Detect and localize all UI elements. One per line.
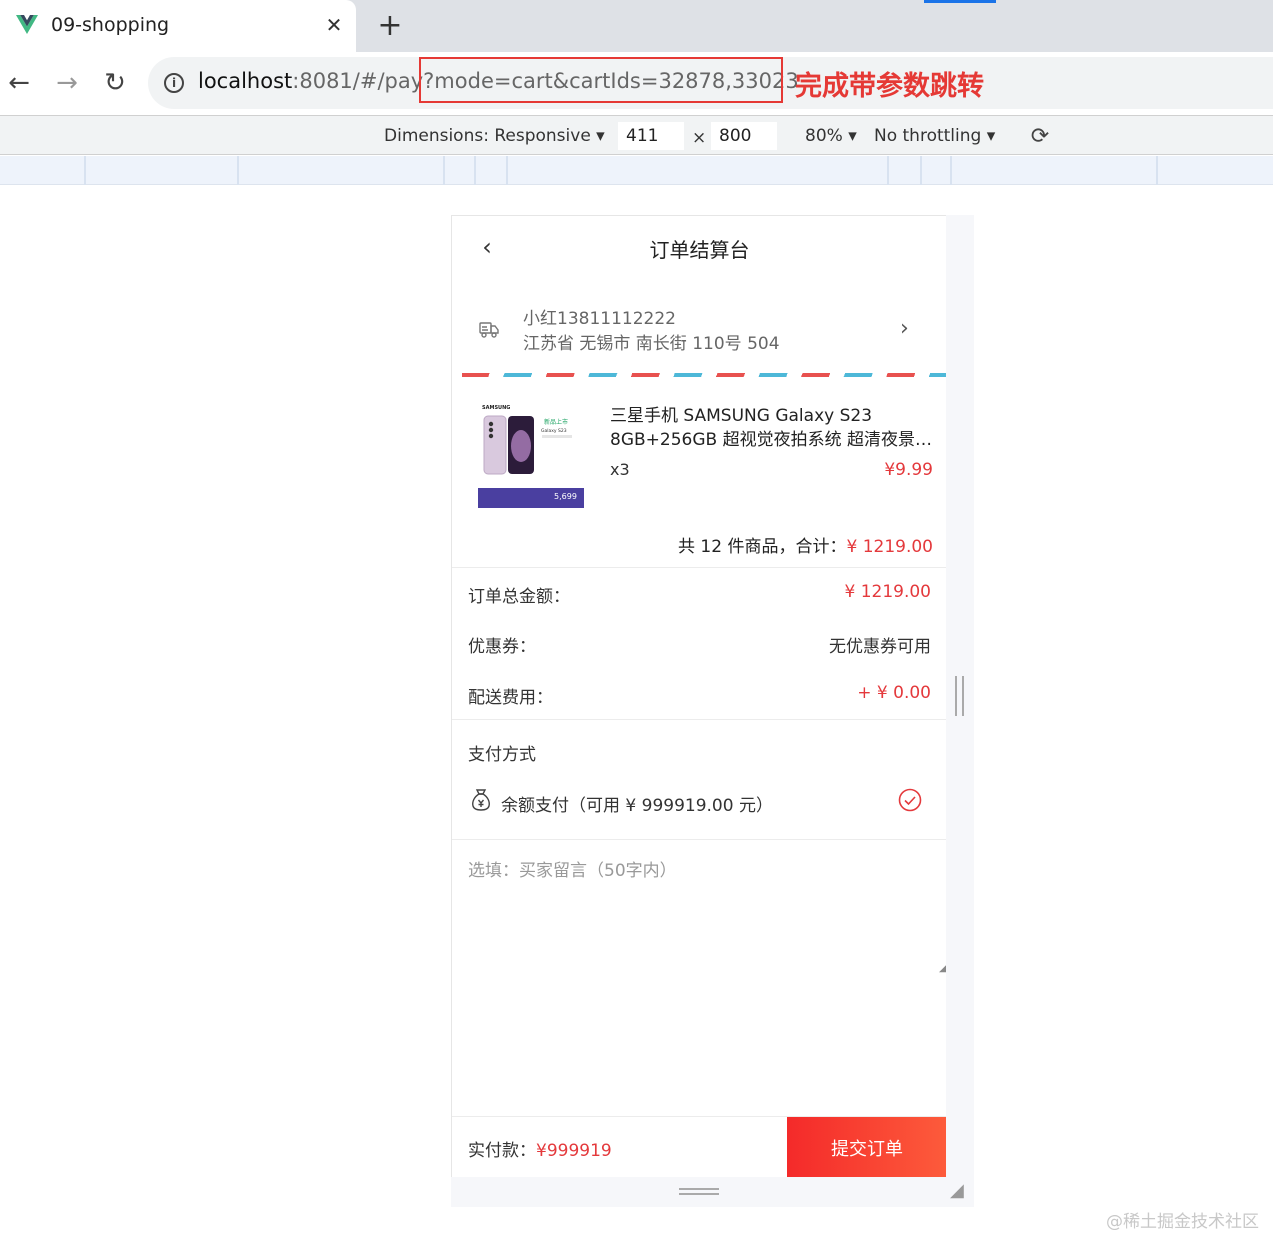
device-toolbar: Dimensions: Responsive ▾ × 80% ▾ No thro… xyxy=(0,115,1273,155)
buyer-remark-textarea[interactable] xyxy=(460,854,945,972)
ruler-tick xyxy=(920,156,922,185)
ruler-tick xyxy=(237,156,239,185)
back-arrow-icon[interactable]: ← xyxy=(2,66,36,100)
ruler-tick xyxy=(474,156,476,185)
truck-icon xyxy=(479,322,499,338)
device-height-input[interactable] xyxy=(711,122,777,150)
actual-payment: 实付款：¥999919 xyxy=(468,1136,612,1161)
actual-payment-label: 实付款： xyxy=(468,1141,536,1161)
media-query-ruler xyxy=(0,156,1273,185)
device-width-input[interactable] xyxy=(618,122,684,150)
divider xyxy=(452,839,946,840)
summary-row-coupon[interactable]: 优惠券： 无优惠券可用 xyxy=(468,632,931,660)
chevron-right-icon: › xyxy=(900,316,909,341)
annotation-text: 完成带参数跳转 xyxy=(795,71,984,102)
page-title: 订单结算台 xyxy=(649,238,750,262)
summary-label: 优惠券： xyxy=(468,637,536,657)
actual-payment-value: ¥999919 xyxy=(536,1141,612,1161)
summary-row-shipping: 配送费用： + ¥ 0.00 xyxy=(468,683,931,711)
goods-price: ¥9.99 xyxy=(884,460,933,480)
url-highlight-box xyxy=(419,57,783,103)
submit-order-button[interactable]: 提交订单 xyxy=(787,1117,946,1177)
address-name-phone: 小红13811112222 xyxy=(523,309,676,329)
nav-bar: ‹ 订单结算台 xyxy=(452,216,946,278)
tab-title: 09-shopping xyxy=(51,14,170,36)
address-card[interactable]: 小红13811112222 江苏省 无锡市 南长街 110号 504 › xyxy=(452,294,946,372)
goods-total: 共 12 件商品，合计：¥ 1219.00 xyxy=(678,532,933,557)
envelope-stripe xyxy=(462,373,946,377)
tab-indicator xyxy=(924,0,996,3)
summary-row-total: 订单总金额： ¥ 1219.00 xyxy=(468,582,931,610)
summary-value: ¥ 1219.00 xyxy=(844,582,931,602)
product-image-tag: 新品上市 xyxy=(544,418,568,426)
money-bag-icon xyxy=(472,789,490,811)
resize-handle-bottom[interactable] xyxy=(679,1188,719,1195)
summary-label: 配送费用： xyxy=(468,688,553,708)
resize-handle-right[interactable] xyxy=(955,676,964,716)
textarea-resize-icon[interactable]: ◢ xyxy=(939,963,946,974)
payment-title: 支付方式 xyxy=(468,745,536,765)
dimension-separator: × xyxy=(692,128,707,148)
product-image-brand: SAMSUNG xyxy=(482,405,510,411)
product-image-price: 5,699 xyxy=(554,492,577,501)
zoom-dropdown[interactable]: 80% ▾ xyxy=(805,126,857,146)
summary-value: + ¥ 0.00 xyxy=(857,683,931,703)
tab-strip: 09-shopping ✕ + xyxy=(0,0,1273,52)
ruler-tick xyxy=(443,156,445,185)
ruler-tick xyxy=(950,156,952,185)
throttling-dropdown[interactable]: No throttling ▾ xyxy=(874,126,995,146)
rotate-icon[interactable]: ⟳ xyxy=(1026,123,1054,149)
product-image: SAMSUNG 新品上市 Galaxy S23 5,699 xyxy=(478,402,584,508)
close-tab-icon[interactable]: ✕ xyxy=(322,12,346,38)
browser-tab[interactable]: 09-shopping ✕ xyxy=(0,0,356,52)
resize-handle-corner-icon[interactable]: ◢ xyxy=(950,1180,970,1201)
summary-label: 订单总金额： xyxy=(468,587,570,607)
divider xyxy=(452,567,946,568)
goods-name: 三星手机 SAMSUNG Galaxy S23 8GB+256GB 超视觉夜拍系… xyxy=(610,406,915,450)
goods-count: x3 xyxy=(610,460,630,479)
ruler-tick xyxy=(887,156,889,185)
goods-total-value: ¥ 1219.00 xyxy=(846,537,933,557)
forward-arrow-icon[interactable]: → xyxy=(50,66,84,100)
goods-total-prefix: 共 12 件商品，合计： xyxy=(678,537,847,557)
dimensions-dropdown[interactable]: Dimensions: Responsive ▾ xyxy=(384,126,605,146)
new-tab-icon[interactable]: + xyxy=(374,8,406,43)
product-image-model: Galaxy S23 xyxy=(541,428,567,434)
goods-item: SAMSUNG 新品上市 Galaxy S23 5,699 三星手机 SAMSU… xyxy=(452,394,946,557)
ruler-tick xyxy=(1156,156,1158,185)
ruler-tick xyxy=(84,156,86,185)
phone-viewport: ‹ 订单结算台 小红13811112222 江苏省 无锡市 南长街 110号 5… xyxy=(451,215,946,1177)
watermark: @稀土掘金技术社区 xyxy=(1106,1212,1259,1232)
vue-logo-icon xyxy=(16,15,38,34)
ruler-tick xyxy=(506,156,508,185)
reload-icon[interactable]: ↻ xyxy=(98,66,132,100)
divider xyxy=(452,719,946,720)
checkout-footer: 实付款：¥999919 提交订单 xyxy=(452,1116,946,1177)
summary-value: 无优惠券可用 xyxy=(829,637,931,657)
check-circle-icon xyxy=(898,788,922,812)
payment-option-balance[interactable]: 余额支付（可用 ¥ 999919.00 元） xyxy=(468,788,931,818)
address-detail: 江苏省 无锡市 南长街 110号 504 xyxy=(523,334,780,354)
url-host: localhost xyxy=(198,69,293,93)
payment-method-text: 余额支付（可用 ¥ 999919.00 元） xyxy=(501,796,773,816)
info-icon[interactable]: i xyxy=(164,73,184,93)
